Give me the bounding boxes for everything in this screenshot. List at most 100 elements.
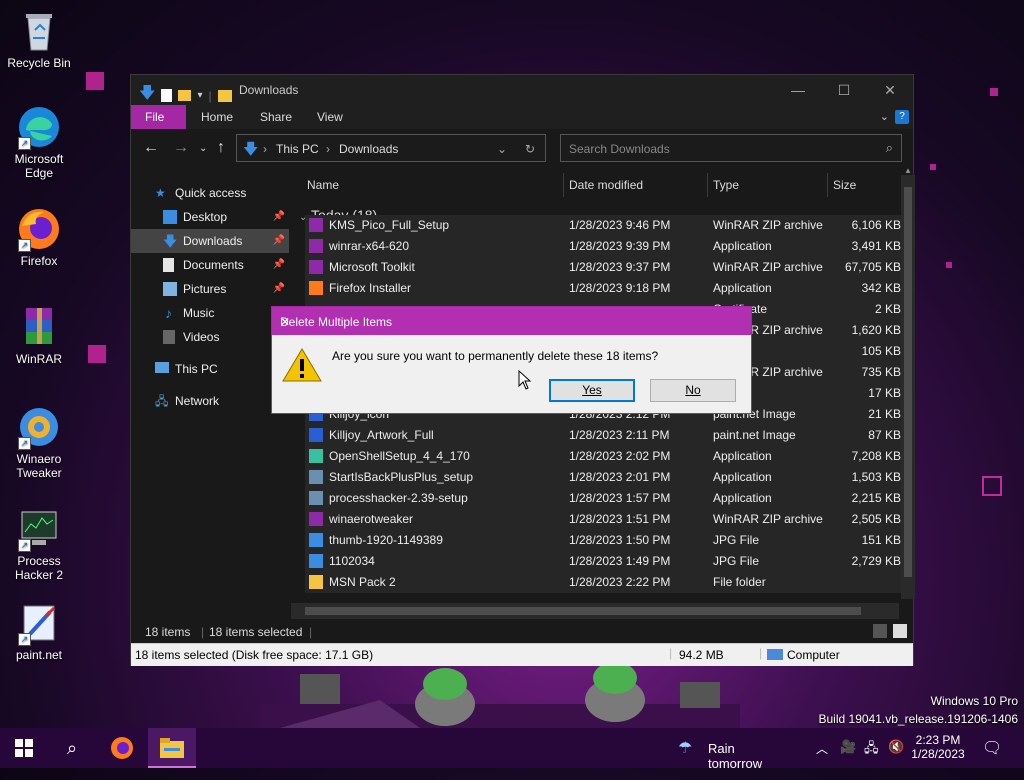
search-taskbar-button[interactable]: ⌕ — [48, 728, 96, 768]
desktop-icon-winrar[interactable]: WinRAR — [4, 304, 74, 366]
file-row[interactable]: winaerotweaker 1/28/2023 1:51 PM WinRAR ZI… — [305, 509, 903, 530]
address-dropdown-icon[interactable]: ⌄ — [497, 142, 507, 156]
maximize-button[interactable]: ☐ — [821, 75, 867, 105]
tab-share[interactable]: Share — [246, 105, 306, 129]
address-bar[interactable]: 🡇 › This PC › Downloads ⌄ ↻ — [236, 134, 546, 162]
dialog-close-button[interactable]: ✕ — [280, 315, 741, 329]
tab-home[interactable]: Home — [187, 105, 247, 129]
title-bar[interactable]: 🡇 ▾ | Downloads — ☐ ✕ — [131, 75, 913, 105]
forward-button[interactable]: → — [173, 139, 189, 157]
pin-icon[interactable]: 📌 — [273, 205, 285, 229]
file-size: 1,503 KB — [851, 470, 901, 484]
winrar-file-icon — [309, 239, 323, 253]
column-date-modified[interactable]: Date modified — [569, 178, 643, 192]
column-size[interactable]: Size — [833, 178, 856, 192]
dialog-title-bar[interactable]: Delete Multiple Items ✕ — [272, 307, 751, 335]
nav-quick-access[interactable]: ★ Quick access — [131, 181, 289, 205]
customize-toolbar-icon[interactable]: ▾ — [197, 90, 202, 101]
horizontal-scrollbar[interactable] — [291, 603, 899, 619]
vertical-scrollbar[interactable]: ▴ — [901, 165, 915, 599]
file-row[interactable]: 1102034 1/28/2023 1:49 PM JPG File 2,729 KB — [305, 551, 903, 572]
show-hidden-icons-icon[interactable]: ︿ — [816, 740, 828, 780]
pin-icon[interactable]: 📌 — [273, 277, 285, 301]
file-type: Application — [713, 491, 772, 505]
nav-desktop[interactable]: Desktop 📌 — [131, 205, 289, 229]
new-folder-icon[interactable] — [178, 90, 192, 101]
scroll-up-arrow[interactable]: ▴ — [901, 165, 915, 175]
no-button[interactable]: No — [650, 379, 736, 402]
file-row[interactable]: StartIsBackPlusPlus_setup 1/28/2023 2:01 … — [305, 467, 903, 488]
file-size: 6,106 KB — [851, 218, 901, 232]
breadcrumb-downloads[interactable]: Downloads — [339, 142, 398, 156]
column-separator[interactable] — [707, 173, 708, 197]
back-button[interactable]: ← — [143, 139, 159, 157]
yes-button[interactable]: Yes — [549, 379, 635, 402]
desktop-icon-edge[interactable]: ↗ Microsoft Edge — [4, 104, 74, 180]
meet-now-icon[interactable]: 🎥 — [840, 739, 856, 779]
nav-network[interactable]: 🖧 Network — [131, 389, 289, 413]
desktop-icon-process-hacker[interactable]: ↗ Process Hacker 2 — [4, 506, 74, 582]
scrollbar-thumb[interactable] — [305, 607, 861, 615]
details-view-icon[interactable] — [873, 624, 887, 638]
desktop-icon-firefox[interactable]: ↗ Firefox — [4, 206, 74, 268]
nav-videos[interactable]: Videos — [131, 325, 289, 349]
selected-count: 18 items selected — [209, 625, 303, 639]
network-status-icon[interactable]: 🖧 — [864, 739, 879, 779]
file-name: KMS_Pico_Full_Setup — [329, 218, 450, 232]
pin-icon[interactable]: 📌 — [273, 253, 285, 277]
close-button[interactable]: ✕ — [867, 75, 913, 105]
file-date: 1/28/2023 2:01 PM — [569, 470, 671, 484]
pin-icon[interactable]: 📌 — [273, 229, 285, 253]
desktop-icon-paint-net[interactable]: ↗ paint.net — [4, 600, 74, 662]
help-icon[interactable]: ? — [895, 110, 909, 124]
file-row[interactable]: KMS_Pico_Full_Setup 1/28/2023 9:46 PM WinR… — [305, 215, 903, 236]
file-type: Application — [713, 470, 772, 484]
breadcrumb-this-pc[interactable]: This PC — [276, 142, 319, 156]
scrollbar-thumb[interactable] — [904, 187, 912, 577]
properties-icon[interactable] — [161, 89, 173, 102]
nav-documents[interactable]: Documents 📌 — [131, 253, 289, 277]
column-name[interactable]: Name — [307, 178, 339, 192]
winaero-tweaker-icon: ↗ — [16, 404, 62, 450]
file-row[interactable]: Killjoy_Artwork_Full 1/28/2023 2:11 PM pai… — [305, 425, 903, 446]
tab-view[interactable]: View — [303, 105, 357, 129]
recent-locations-button[interactable]: ⌄ — [199, 143, 207, 154]
taskbar-firefox[interactable] — [98, 728, 146, 768]
nav-this-pc[interactable]: This PC — [131, 357, 289, 381]
file-row[interactable]: Microsoft Toolkit 1/28/2023 9:37 PM WinRAR… — [305, 257, 903, 278]
file-row[interactable]: OpenShellSetup_4_4_170 1/28/2023 2:02 PM A… — [305, 446, 903, 467]
file-row[interactable]: thumb-1920-1149389 1/28/2023 1:50 PM JPG F… — [305, 530, 903, 551]
nav-music[interactable]: ♪ Music — [131, 301, 289, 325]
up-button[interactable]: ↑ — [217, 139, 225, 157]
column-separator[interactable] — [827, 173, 828, 197]
file-type: WinRAR ZIP archive — [713, 512, 823, 526]
nav-label: Documents — [183, 258, 244, 272]
volume-muted-icon[interactable]: 🔇 — [888, 739, 904, 779]
yes-label: Yes — [582, 383, 602, 397]
file-row[interactable]: processhacker-2.39-setup 1/28/2023 1:57 P… — [305, 488, 903, 509]
minimize-button[interactable]: — — [775, 75, 821, 105]
refresh-icon[interactable]: ↻ — [525, 142, 535, 156]
column-separator[interactable] — [563, 173, 564, 197]
desktop-icon-recycle-bin[interactable]: Recycle Bin — [4, 8, 74, 70]
nav-label: Downloads — [183, 234, 243, 248]
search-box[interactable]: Search Downloads ⌕ — [560, 134, 902, 162]
file-row[interactable]: Firefox Installer 1/28/2023 9:18 PM Applic… — [305, 278, 903, 299]
jpg-file-icon — [309, 554, 323, 568]
large-icons-view-icon[interactable] — [893, 624, 907, 638]
nav-pictures[interactable]: Pictures 📌 — [131, 277, 289, 301]
process-hacker-icon: ↗ — [16, 506, 62, 552]
column-type[interactable]: Type — [713, 178, 739, 192]
file-row[interactable]: winrar-x64-620 1/28/2023 9:39 PM Applicati… — [305, 236, 903, 257]
clock[interactable]: 2:23 PM 1/28/2023 — [910, 728, 966, 768]
taskbar-file-explorer[interactable] — [148, 728, 196, 768]
nav-downloads[interactable]: 🡇 Downloads 📌 — [131, 229, 289, 253]
file-name: winaerotweaker — [329, 512, 414, 526]
notifications-icon[interactable]: 🗨 — [982, 738, 1002, 778]
nav-label: This PC — [175, 362, 218, 376]
expand-ribbon-icon[interactable]: ⌄ — [880, 110, 889, 123]
tab-file[interactable]: File — [131, 105, 186, 129]
start-button[interactable] — [0, 728, 48, 768]
file-row[interactable]: MSN Pack 2 1/28/2023 2:22 PM File folder — [305, 572, 903, 593]
desktop-icon-winaero-tweaker[interactable]: ↗ Winaero Tweaker — [4, 404, 74, 480]
